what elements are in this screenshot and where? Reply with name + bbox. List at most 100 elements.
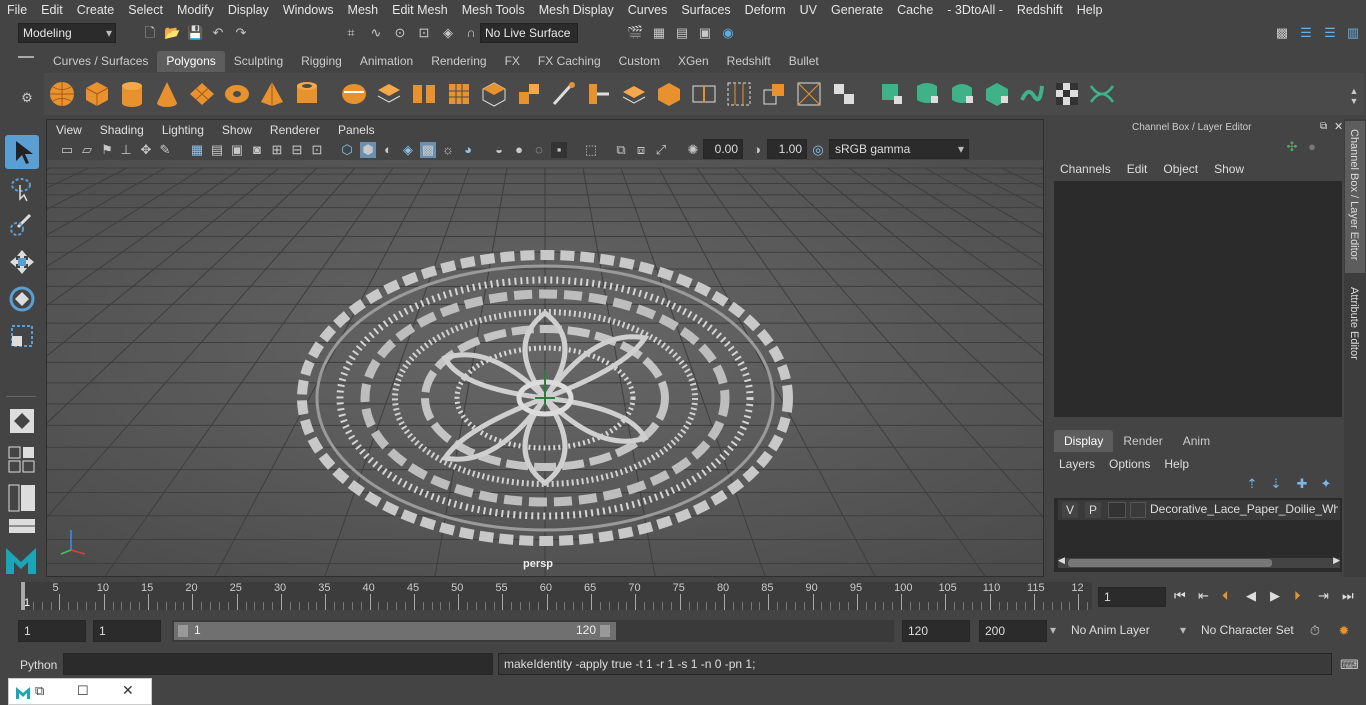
scrollbar-thumb[interactable] [1068,559,1272,567]
four-view-layout-icon[interactable] [8,446,36,474]
uv-cylindrical-icon[interactable] [913,80,941,108]
textured-icon[interactable]: ◈ [400,142,416,158]
new-layer-selected-icon[interactable]: ✦ [1318,476,1334,492]
script-editor-icon[interactable]: ⌨ [1340,657,1359,673]
safe-title-icon[interactable]: ⊡ [309,142,325,158]
select-camera-icon[interactable]: ▭ [59,142,75,158]
shelf-tab-redshift[interactable]: Redshift [718,51,780,72]
lock-channel-icon[interactable]: ● [1304,139,1320,155]
move-layer-up-icon[interactable]: ⇡ [1244,476,1260,492]
smooth-shade-icon[interactable]: ⬢ [360,142,376,158]
shelf-tab-bullet[interactable]: Bullet [780,51,828,72]
side-tab-attribute-editor[interactable]: Attribute Editor [1345,279,1365,379]
layer-tab-display[interactable]: Display [1054,430,1114,452]
render-frame-icon[interactable]: ▦ [651,25,667,41]
viewport-menu-shading[interactable]: Shading [91,120,153,140]
go-to-end-icon[interactable]: ⏭ [1342,588,1354,604]
close-icon[interactable]: ✕ [1334,120,1343,133]
poly-cube-icon[interactable] [83,80,111,108]
animation-end-field[interactable]: 200 [979,620,1047,642]
step-forward-frame-icon[interactable]: ⏵ [1294,588,1301,604]
shadows-icon[interactable]: ◕ [460,142,476,158]
channel-box-menu-channels[interactable]: Channels [1052,159,1119,179]
viewport-menu-panels[interactable]: Panels [329,120,384,140]
safe-action-icon[interactable]: ⊟ [289,142,305,158]
poly-torus-icon[interactable] [223,80,251,108]
shelf-tab-rigging[interactable]: Rigging [292,51,351,72]
manipulator-icon[interactable]: ✣ [1284,139,1300,155]
play-backwards-icon[interactable]: ◀ [1246,588,1256,604]
float-panel-icon[interactable]: ⧉ [1320,121,1327,132]
shelf-tab-sculpting[interactable]: Sculpting [225,51,292,72]
merge-icon[interactable] [795,80,823,108]
auto-key-icon[interactable]: ⏱ [1307,623,1323,639]
command-input[interactable] [63,653,493,675]
snap-grid-icon[interactable]: ⌗ [343,25,359,41]
gate-mask-icon[interactable]: ◙ [249,142,265,158]
menu-windows[interactable]: Windows [276,0,341,20]
workspace-icon[interactable]: ▩ [1274,25,1290,41]
uv-cut-sew-icon[interactable] [1088,80,1116,108]
current-time-marker[interactable] [21,582,25,610]
move-tool-icon[interactable] [8,248,36,276]
layer-display-type[interactable] [1108,502,1126,518]
smooth-icon[interactable] [410,80,438,108]
menu-mesh-tools[interactable]: Mesh Tools [455,0,532,20]
scroll-left-icon[interactable]: ◀ [1058,555,1065,566]
layer-menu-layers[interactable]: Layers [1052,454,1102,474]
new-layer-icon[interactable]: ✚ [1294,476,1310,492]
current-frame-field[interactable]: 1 [1098,587,1166,607]
offset-edge-loop-icon[interactable] [725,80,753,108]
viewport-menu-renderer[interactable]: Renderer [261,120,329,140]
playback-end-field[interactable]: 120 [902,620,970,642]
play-forwards-icon[interactable]: ▶ [1270,588,1280,604]
extrude-icon[interactable] [480,80,508,108]
hypershade-icon[interactable]: ◉ [720,25,736,41]
shelf-tab-fx[interactable]: FX [496,51,529,72]
rotate-tool-icon[interactable] [8,285,36,313]
range-slider[interactable]: 1 120 [172,620,894,642]
shelf-tab-rendering[interactable]: Rendering [422,51,495,72]
anim-layer-select[interactable]: No Anim Layer [1066,620,1174,642]
image-plane-icon[interactable]: ⊥ [118,142,134,158]
xray-active-icon[interactable]: ⧈ [633,142,649,158]
render-view-icon[interactable]: 🎬 [627,25,643,41]
menu-edit[interactable]: Edit [34,0,70,20]
character-set-select[interactable]: No Character Set [1196,620,1300,642]
2d-pan-zoom-icon[interactable]: ✥ [138,142,154,158]
new-scene-icon[interactable]: 🗋 [142,25,158,41]
ambient-occlusion-icon[interactable]: ◒ [491,142,507,158]
snap-surface-icon[interactable]: ◈ [440,25,456,41]
menu-mesh-display[interactable]: Mesh Display [532,0,621,20]
bookmark-icon[interactable]: ⚑ [99,142,115,158]
bridge-icon[interactable] [585,80,613,108]
grease-pencil-icon[interactable]: ✎ [157,142,173,158]
resolution-gate-icon[interactable]: ▣ [229,142,245,158]
menu-create[interactable]: Create [70,0,122,20]
menu-generate[interactable]: Generate [824,0,890,20]
magnet-icon[interactable]: ∩ [463,25,479,41]
range-end-grip[interactable] [600,625,610,637]
attribute-editor-toggle-icon[interactable]: ☰ [1322,25,1338,41]
viewport-menu-lighting[interactable]: Lighting [153,120,213,140]
snap-point-icon[interactable]: ⊙ [392,25,408,41]
uv-checker-icon[interactable] [1053,80,1081,108]
channel-box-list[interactable] [1054,181,1342,417]
lasso-tool-icon[interactable] [8,175,36,203]
menu-surfaces[interactable]: Surfaces [674,0,737,20]
move-layer-down-icon[interactable]: ⇣ [1268,476,1284,492]
range-start-grip[interactable] [178,625,188,637]
save-scene-icon[interactable]: 💾 [187,25,203,41]
ipr-render-icon[interactable]: ▤ [674,25,690,41]
menu-file[interactable]: File [0,0,34,20]
shelf-tab-curves-surfaces[interactable]: Curves / Surfaces [44,51,157,72]
multi-cut-icon[interactable] [550,80,578,108]
restore-window-icon[interactable]: ⧉ [35,683,44,699]
tool-settings-toggle-icon[interactable]: ▥ [1345,25,1361,41]
menu-modify[interactable]: Modify [170,0,221,20]
open-scene-icon[interactable]: 📂 [164,25,180,41]
viewport-menu-show[interactable]: Show [213,120,261,140]
mesh-grid-icon[interactable] [445,80,473,108]
bevel-icon[interactable] [515,80,543,108]
color-space-select[interactable]: sRGB gamma ▾ [829,139,969,159]
